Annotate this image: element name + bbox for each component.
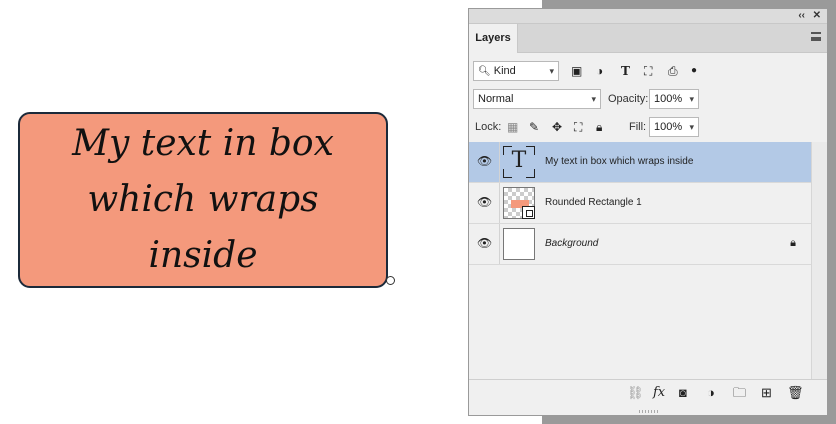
- blend-row: Normal ▾ Opacity: 100% ▾: [469, 89, 827, 115]
- lock-artboard-icon[interactable]: ⛶: [574, 117, 582, 137]
- layer-name[interactable]: My text in box which wraps inside: [545, 142, 693, 182]
- filter-kind-select[interactable]: 🔍︎ Kind ▾: [473, 61, 559, 81]
- filter-kind-label: Kind: [493, 65, 516, 77]
- background-layer-thumbnail-icon: [503, 228, 535, 260]
- adjustment-filter-icon[interactable]: ◑: [596, 61, 603, 81]
- opacity-input[interactable]: 100% ▾: [649, 89, 699, 109]
- panel-footer: ⛓︎ fx ◙ ◑ 🗀︎ ⊞ 🗑︎: [469, 379, 827, 406]
- row-separator: [499, 142, 500, 182]
- panel-resize-grip[interactable]: [639, 410, 659, 413]
- chevron-down-icon: ▾: [549, 66, 554, 76]
- new-adjustment-icon[interactable]: ◑: [707, 384, 715, 402]
- lock-image-pixels-icon[interactable]: ✎: [529, 117, 539, 137]
- lock-label: Lock:: [475, 121, 502, 133]
- image-filter-icon[interactable]: ▣: [571, 61, 582, 81]
- filter-toggle-icon[interactable]: ●: [691, 61, 697, 81]
- smart-object-filter-icon[interactable]: ⎙: [668, 61, 678, 81]
- collapse-panel-icon[interactable]: ‹‹: [798, 9, 805, 23]
- layer-row-text[interactable]: 👁︎ T My text in box which wraps inside: [469, 142, 812, 183]
- panel-tabbar: Layers: [469, 24, 827, 53]
- layers-panel: ‹‹ ✕ Layers 🔍︎ Kind ▾ ▣ ◑ T ⛶ ⎙ ● Normal…: [468, 8, 828, 416]
- path-anchor-handle[interactable]: [386, 276, 395, 285]
- shape-text[interactable]: My text in box which wraps inside: [20, 116, 386, 284]
- smart-object-badge-icon: [522, 206, 535, 219]
- fill-label: Fill:: [629, 121, 647, 133]
- lock-all-icon[interactable]: 🔒︎: [596, 117, 602, 137]
- lock-transparent-pixels-icon[interactable]: ▦: [507, 117, 518, 137]
- lock-icon: 🔒︎: [790, 237, 796, 249]
- visibility-eye-icon[interactable]: 👁︎: [477, 236, 492, 250]
- fx-icon[interactable]: fx: [653, 384, 665, 402]
- chevron-down-icon: ▾: [591, 94, 596, 104]
- layer-name[interactable]: Rounded Rectangle 1: [545, 183, 642, 223]
- lock-position-icon[interactable]: ✥: [552, 117, 562, 137]
- document-canvas[interactable]: My text in box which wraps inside: [0, 0, 542, 424]
- close-panel-icon[interactable]: ✕: [813, 9, 821, 23]
- layers-list: 👁︎ T My text in box which wraps inside 👁…: [469, 142, 812, 265]
- lock-row: Lock: ▦ ✎ ✥ ⛶ 🔒︎ Fill: 100% ▾: [469, 117, 827, 143]
- layers-scrollbar[interactable]: [811, 142, 827, 382]
- opacity-value: 100%: [654, 93, 683, 105]
- opacity-label: Opacity:: [608, 93, 649, 105]
- text-layer-thumbnail-icon: T: [503, 146, 535, 178]
- row-separator: [499, 224, 500, 264]
- shape-layer-thumbnail-icon: [503, 187, 535, 219]
- tab-layers[interactable]: Layers: [469, 24, 518, 53]
- new-group-icon[interactable]: 🗀︎: [733, 384, 746, 402]
- search-icon: 🔍︎: [478, 66, 491, 77]
- delete-layer-icon[interactable]: 🗑︎: [787, 384, 804, 402]
- row-separator: [499, 183, 500, 223]
- add-mask-icon[interactable]: ◙: [679, 384, 687, 402]
- fill-value: 100%: [654, 121, 683, 133]
- filter-row: 🔍︎ Kind ▾ ▣ ◑ T ⛶ ⎙ ●: [469, 61, 827, 87]
- rounded-rectangle-shape[interactable]: My text in box which wraps inside: [18, 112, 388, 288]
- layer-row-shape[interactable]: 👁︎ Rounded Rectangle 1: [469, 183, 812, 224]
- new-layer-icon[interactable]: ⊞: [761, 384, 772, 402]
- chevron-down-icon: ▾: [689, 122, 694, 132]
- panel-menu-icon[interactable]: [811, 32, 821, 41]
- layer-name[interactable]: Background: [545, 224, 598, 264]
- fill-input[interactable]: 100% ▾: [649, 117, 699, 137]
- panel-title-strip: ‹‹ ✕: [469, 9, 827, 24]
- link-layers-icon[interactable]: ⛓︎: [627, 384, 644, 402]
- shape-filter-icon[interactable]: ⛶: [644, 61, 652, 81]
- chevron-down-icon: ▾: [689, 94, 694, 104]
- blend-mode-value: Normal: [478, 93, 514, 105]
- type-filter-icon[interactable]: T: [621, 61, 630, 81]
- layer-row-background[interactable]: 👁︎ Background 🔒︎: [469, 224, 812, 265]
- blend-mode-select[interactable]: Normal ▾: [473, 89, 601, 109]
- visibility-eye-icon[interactable]: 👁︎: [477, 154, 492, 168]
- visibility-eye-icon[interactable]: 👁︎: [477, 195, 492, 209]
